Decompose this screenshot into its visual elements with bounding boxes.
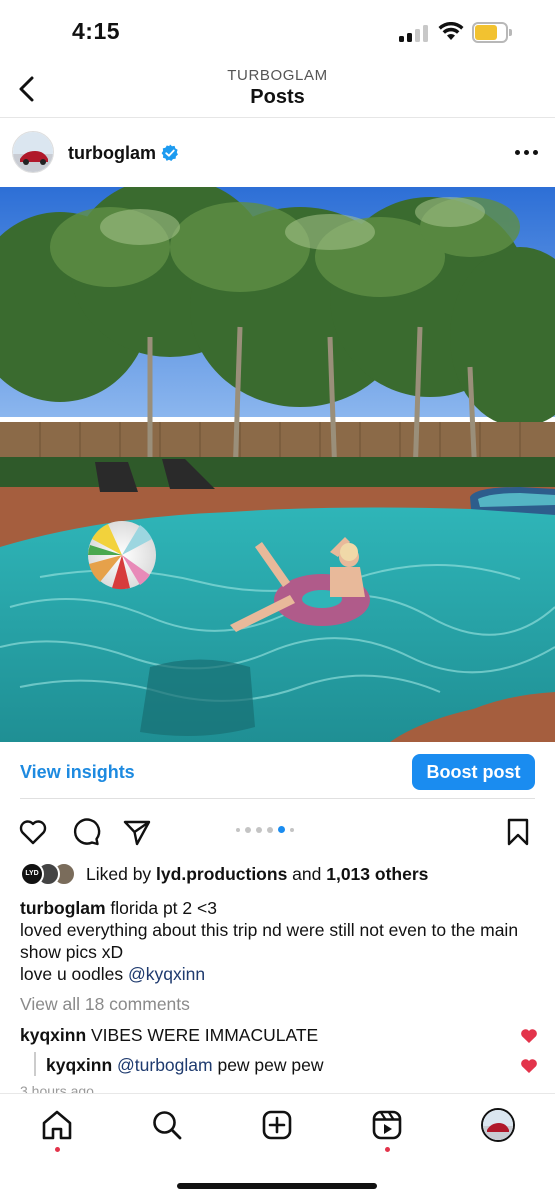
status-time: 4:15 [72, 18, 121, 44]
likes-text: Liked by lyd.productions and 1,013 other… [86, 864, 428, 885]
comment-item: kyqxinn VIBES WERE IMMACULATE [20, 1025, 540, 1046]
comment-text: VIBES WERE IMMACULATE [86, 1025, 319, 1045]
carousel-dot [267, 826, 273, 833]
view-insights-link[interactable]: View insights [20, 762, 135, 783]
post-action-bar [0, 810, 555, 854]
caption-mention[interactable]: @kyqxinn [128, 964, 205, 984]
post-header: turboglam [0, 119, 555, 187]
reply-item: kyqxinn @turboglam pew pew pew [46, 1055, 516, 1076]
home-notification-dot [55, 1147, 60, 1152]
carousel-dot [256, 826, 262, 833]
insights-row: View insights Boost post [0, 742, 555, 800]
caption-body: loved everything about this trip nd were… [20, 920, 519, 962]
battery-icon [472, 22, 512, 43]
home-icon[interactable] [40, 1108, 74, 1142]
likes-count[interactable]: 1,013 others [326, 864, 428, 884]
comment-icon[interactable] [70, 816, 102, 848]
carousel-dot [245, 826, 251, 833]
reels-notification-dot [385, 1147, 390, 1152]
user-avatar[interactable] [12, 131, 54, 173]
carousel-indicator [236, 826, 294, 833]
post-timestamp: 3 hours ago [20, 1083, 94, 1093]
share-icon[interactable] [121, 816, 153, 848]
reply-mention[interactable]: @turboglam [117, 1055, 213, 1075]
reply-like-heart-icon[interactable] [520, 1058, 538, 1074]
divider [20, 798, 535, 799]
reels-icon[interactable] [370, 1108, 404, 1142]
carousel-dot [290, 827, 294, 832]
cellular-signal-icon [399, 24, 429, 42]
like-heart-icon[interactable] [17, 816, 49, 848]
liker-avatars: LYD [20, 862, 80, 886]
comment-like-heart-icon[interactable] [520, 1028, 538, 1044]
caption-username[interactable]: turboglam [20, 898, 106, 918]
post-username[interactable]: turboglam [68, 143, 156, 164]
more-options-button[interactable] [510, 141, 542, 163]
carousel-dot [236, 827, 240, 832]
header-subtitle: TURBOGLAM [227, 67, 328, 84]
comment-username[interactable]: kyqxinn [20, 1025, 86, 1045]
create-post-icon[interactable] [260, 1108, 294, 1142]
reply-thread-line [34, 1052, 36, 1076]
wifi-icon [438, 22, 464, 40]
boost-post-button[interactable]: Boost post [412, 754, 535, 790]
view-all-comments-link[interactable]: View all 18 comments [20, 994, 190, 1015]
post-caption: turboglam florida pt 2 <3 loved everythi… [20, 897, 540, 985]
post-image[interactable] [0, 187, 555, 742]
likes-and: and [287, 864, 327, 884]
reply-text: pew pew pew [212, 1055, 324, 1075]
home-indicator [177, 1183, 377, 1189]
caption-first-line: florida pt 2 <3 [105, 898, 217, 918]
verified-badge-icon [161, 144, 178, 161]
liker-avatar: LYD [20, 862, 44, 886]
search-icon[interactable] [150, 1108, 184, 1142]
likes-prefix: Liked by [86, 864, 157, 884]
page-title: Posts [250, 86, 305, 108]
status-bar: 4:15 [0, 0, 555, 62]
reply-username[interactable]: kyqxinn [46, 1055, 112, 1075]
caption-last-line: love u oodles [20, 964, 128, 984]
top-header: TURBOGLAM Posts [0, 62, 555, 118]
liker-username[interactable]: lyd.productions [156, 864, 287, 884]
carousel-dot-active [278, 826, 285, 833]
save-bookmark-icon[interactable] [502, 816, 534, 848]
profile-avatar[interactable] [481, 1108, 515, 1142]
